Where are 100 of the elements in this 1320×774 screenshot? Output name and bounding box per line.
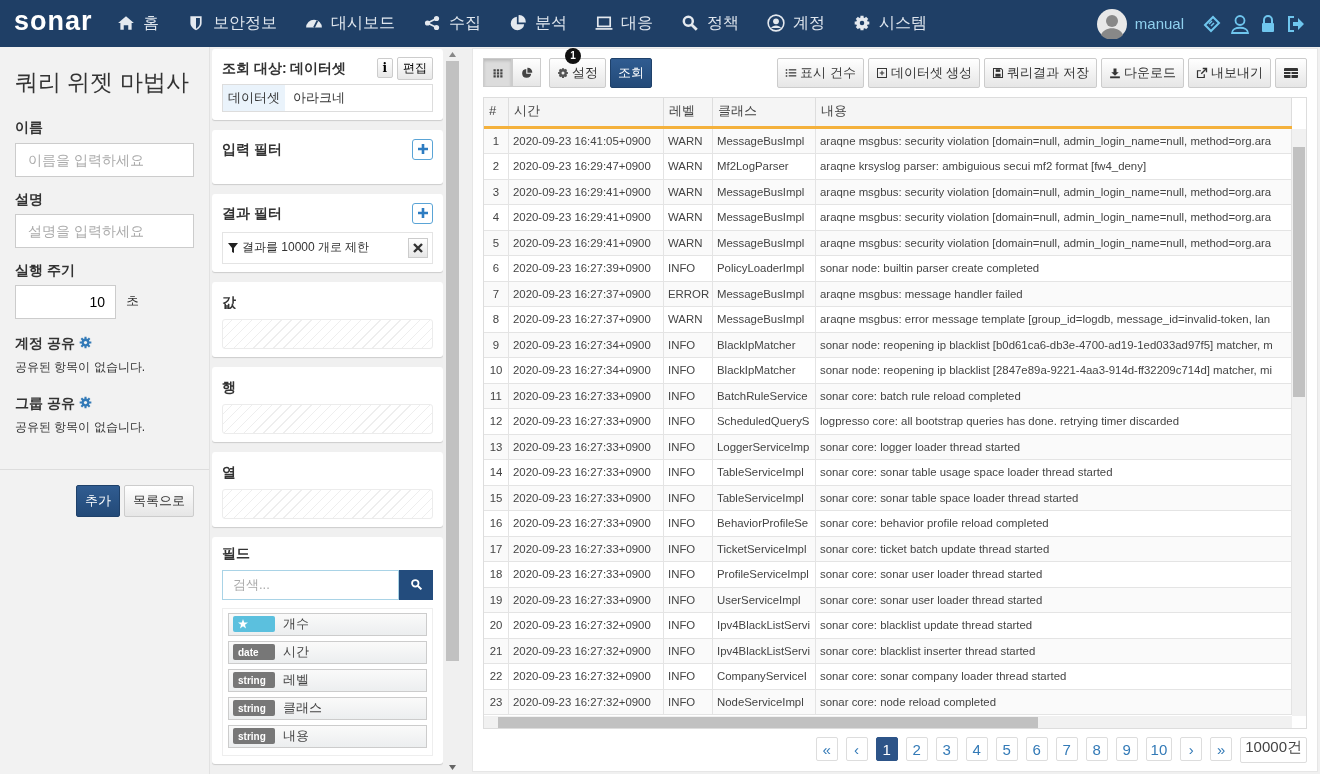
page-button[interactable]: 2 [905,737,928,761]
nav-item[interactable]: 홈 [116,14,159,33]
table-row[interactable]: 9 2020-09-23 16:27:34+0900 INFO BlackIpMatcher sonar node: reopening ip blacklist [b0d61ca6-db3e-4700-ad19-1ed033ad97f5] matcher, m [484,332,1292,359]
table-row[interactable]: 5 2020-09-23 16:29:41+0900 WARN MessageBusImpl araqne msgbus: security violation [domain=null, admin_login_name=null, method=org.ara [484,230,1292,257]
table-row[interactable]: 23 2020-09-23 16:27:32+0900 INFO NodeServiceImpl sonar core: node reload completed [484,689,1292,716]
table-row[interactable]: 3 2020-09-23 16:29:41+0900 WARN MessageBusImpl araqne msgbus: security violation [domain=null, admin_login_name=null, method=org.ara [484,179,1292,206]
nav-item[interactable]: 보안정보 [186,14,277,33]
settings-icon[interactable] [78,396,92,410]
page-button[interactable]: 9 [1115,737,1138,761]
page-button[interactable]: 3 [935,737,958,761]
first-page-button[interactable]: « [815,737,838,761]
nav-item[interactable]: 계정 [766,14,825,33]
grid-view-button[interactable] [483,58,512,88]
avatar[interactable] [1096,8,1127,39]
columns-button[interactable] [1275,57,1307,88]
table-cell: INFO [664,485,713,511]
field-item[interactable]: string 클래스 [228,696,428,720]
info-button[interactable]: i [376,58,394,78]
table-row[interactable]: 20 2020-09-23 16:27:32+0900 INFO Ipv4BlackListServi sonar core: blacklist update thread started [484,613,1292,639]
number-field[interactable]: 10 [15,284,116,319]
table-row[interactable]: 8 2020-09-23 16:27:37+0900 WARN MessageBusImpl araqne msgbus: error message template [group_id=logdb, message_id=invalid-token, lan [484,307,1292,333]
run-button[interactable]: 조회 [610,57,652,88]
vertical-scrollbar[interactable] [1292,128,1306,716]
table-row[interactable]: 1 2020-09-23 16:41:05+0900 WARN MessageBusImpl araqne msgbus: security violation [domain=null, admin_login_name=null, method=org.ara [484,128,1292,155]
back-button[interactable]: 목록으로 [124,484,194,517]
field-item[interactable]: string 내용 [228,724,428,748]
edit-button[interactable]: 편집 [397,57,434,80]
field-item[interactable]: string 레벨 [228,668,428,692]
table-row[interactable]: 13 2020-09-23 16:27:33+0900 INFO LoggerServiceImp sonar core: logger loader thread started [484,434,1292,461]
add-button[interactable] [412,138,434,160]
page-button[interactable]: 7 [1055,737,1078,761]
table-row[interactable]: 21 2020-09-23 16:27:32+0900 INFO Ipv4BlackListServi sonar core: blacklist inserter thread started [484,638,1292,665]
page-button[interactable]: 4 [965,737,988,761]
logo[interactable]: sonar [14,5,93,37]
table-row[interactable]: 15 2020-09-23 16:27:33+0900 INFO TableServiceImpl sonar core: sonar table space loader thread started [484,485,1292,512]
table-row[interactable]: 19 2020-09-23 16:27:33+0900 INFO UserServiceImpl sonar core: sonar user loader thread started [484,587,1292,614]
table-cell: TicketServiceImpl [713,536,816,562]
table-row[interactable]: 22 2020-09-23 16:27:32+0900 INFO CompanyServiceI sonar core: sonar company loader thread started [484,664,1292,690]
field-item[interactable]: date 시간 [228,640,428,664]
user-icon[interactable] [1230,13,1250,34]
add-button[interactable] [412,202,434,224]
column-header[interactable]: # [484,97,509,126]
remove-button[interactable] [408,238,429,258]
page-button[interactable]: 6 [1025,737,1048,761]
table-row[interactable]: 18 2020-09-23 16:27:33+0900 INFO ProfileServiceImpl sonar core: sonar user loader thread started [484,562,1292,588]
filter-icon [228,243,238,253]
table-row[interactable]: 12 2020-09-23 16:27:33+0900 INFO ScheduledQueryS logpresso core: all bootstrap queries has done. retrying timer discarded [484,409,1292,435]
column-header[interactable]: 시간 [509,97,664,126]
input-field[interactable]: 설명을 입력하세요 [15,213,194,248]
search-field[interactable]: 검색... [222,569,400,600]
nav-item[interactable]: 분석 [508,14,567,33]
table-row[interactable]: 17 2020-09-23 16:27:33+0900 INFO TicketServiceImpl sonar core: ticket batch update thread started [484,536,1292,563]
table-row[interactable]: 4 2020-09-23 16:29:41+0900 WARN MessageBusImpl araqne msgbus: security violation [domain=null, admin_login_name=null, method=org.ara [484,205,1292,231]
add-button[interactable]: 추가 [76,484,120,517]
column-header[interactable]: 내용 [816,97,1292,126]
page-button[interactable]: 10 [1145,737,1173,761]
table-row[interactable]: 6 2020-09-23 16:27:39+0900 INFO PolicyLoaderImpl sonar node: builtin parser create completed [484,256,1292,282]
nav-item[interactable]: 대응 [594,14,653,33]
user-name[interactable]: manual [1134,14,1184,33]
toolbar-button[interactable]: 표시 건수 [777,57,864,88]
field-name: 클래스 [283,700,322,716]
table-row[interactable]: 2 2020-09-23 16:29:47+0900 WARN Mf2LogParser araqne krsyslog parser: ambiguious secui mf2 format [fw4_deny] [484,154,1292,180]
logout-icon[interactable] [1286,13,1306,34]
nav-item[interactable]: 대시보드 [304,14,395,33]
previous-page-button[interactable]: ‹ [845,737,868,761]
toolbar-button[interactable]: 다운로드 [1101,57,1184,88]
ticket-icon[interactable] [1202,13,1222,34]
field-item[interactable]: 개수 [228,612,428,636]
column-header[interactable]: 레벨 [664,97,713,126]
table-row[interactable]: 16 2020-09-23 16:27:33+0900 INFO BehaviorProfileSe sonar core: behavior profile reload completed [484,511,1292,537]
table-cell: 14 [484,460,509,485]
down-arrow-icon[interactable] [449,764,457,770]
home-icon [116,14,135,33]
table-cell: 12 [484,409,509,434]
toolbar-button[interactable]: 데이터셋 생성 [867,57,981,88]
last-page-button[interactable]: » [1210,737,1233,761]
toolbar-button[interactable]: 쿼리결과 저장 [984,57,1097,88]
search-button[interactable] [399,569,434,600]
table-row[interactable]: 7 2020-09-23 16:27:37+0900 ERROR MessageBusImpl araqne msgbus: message handler failed [484,281,1292,308]
chart-view-button[interactable] [512,58,541,88]
input-field[interactable]: 이름을 입력하세요 [15,142,194,177]
page-button[interactable]: 1 [875,737,898,761]
table-cell: INFO [664,358,713,383]
horizontal-scrollbar[interactable] [484,715,1292,728]
table-cell: WARN [664,205,713,230]
page-button[interactable]: 5 [995,737,1018,761]
settings-icon[interactable] [78,336,92,350]
nav-item[interactable]: 정책 [680,14,739,33]
toolbar-button[interactable]: 내보내기 [1188,57,1271,88]
table-cell: 10 [484,358,509,383]
table-row[interactable]: 11 2020-09-23 16:27:33+0900 INFO BatchRuleService sonar core: batch rule reload completed [484,383,1292,410]
nav-item[interactable]: 시스템 [852,14,927,33]
column-header[interactable]: 클래스 [713,97,816,126]
table-cell: WARN [664,307,713,332]
nav-item[interactable]: 수집 [422,14,481,33]
table-row[interactable]: 14 2020-09-23 16:27:33+0900 INFO TableServiceImpl sonar core: sonar table usage space loader thread started [484,460,1292,486]
up-arrow-icon[interactable] [449,51,457,57]
page-button[interactable]: 8 [1085,737,1108,761]
table-row[interactable]: 10 2020-09-23 16:27:34+0900 INFO BlackIpMatcher sonar node: reopening ip blacklist [2847e89a-9221-4aa3-914d-ff32209c714d] matcher, mi [484,358,1292,384]
next-page-button[interactable]: › [1180,737,1203,761]
